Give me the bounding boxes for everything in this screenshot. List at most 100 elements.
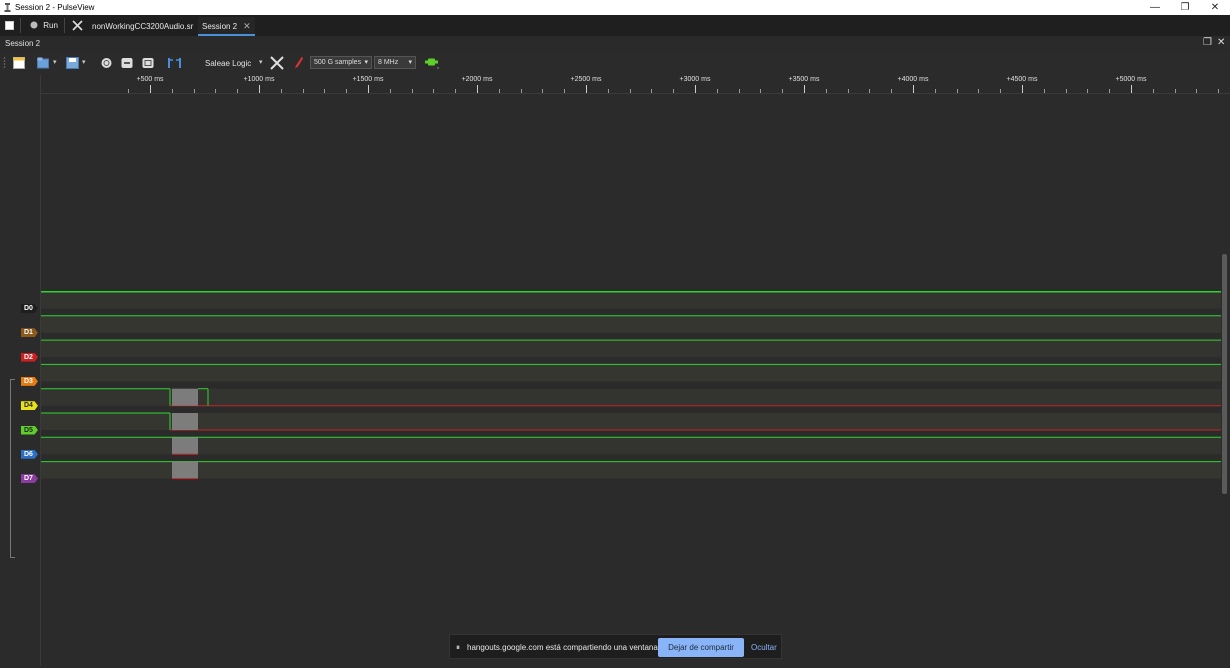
ruler-minor-tick [1196,89,1198,93]
ruler-tick-label: +5000 ms [1115,76,1147,83]
save-file-icon[interactable] [66,56,79,70]
ruler-major-tick [259,85,260,93]
minimize-button[interactable]: — [1140,0,1170,15]
probe-icon[interactable] [294,56,304,70]
pause-icon: ⏸ [456,643,460,652]
ruler-minor-tick [128,89,130,93]
run-button[interactable]: Run [30,15,58,36]
tab-nonworking-file[interactable]: nonWorkingCC3200Audio.sr✕ [88,17,211,36]
logic-traces [41,291,1221,480]
channel-label-d5[interactable]: D5 [21,425,38,435]
ruler-minor-tick [498,89,500,93]
trace-lane [41,413,1221,430]
run-icon [30,21,38,29]
ruler-tick-label: +1500 ms [352,76,384,83]
device-selector[interactable]: Saleae Logic [205,59,251,68]
hide-notification-button[interactable]: Ocultar [751,643,777,652]
ruler-minor-tick [673,89,675,93]
channel-label-d1[interactable]: D1 [21,328,38,338]
save-dropdown-icon[interactable]: ▾ [82,58,86,66]
toolbar-grip [3,57,6,68]
channel-header-column: D0 D1 D2 D3 D4 D5 D6 D7 [0,75,41,666]
ruler-minor-tick [934,89,936,93]
new-session-icon[interactable] [5,21,14,30]
trace-lane [41,437,1221,455]
zoom-out-icon[interactable] [121,56,133,70]
sample-count-value: 500 G samples [314,59,362,66]
ruler-minor-tick [302,89,304,93]
ruler-minor-tick [346,89,348,93]
ruler-minor-tick [389,89,391,93]
share-message: hangouts.google.com está compartiendo un… [467,643,661,652]
channel-label-d6[interactable]: D6 [21,449,38,459]
ruler-minor-tick [324,89,326,93]
ruler-major-tick [477,85,478,93]
channel-label-d2[interactable]: D2 [21,352,38,362]
device-dropdown-icon[interactable]: ▾ [259,58,263,66]
ruler-tick-label: +500 ms [136,76,164,83]
ruler-minor-tick [956,89,958,93]
ruler-minor-tick [1065,89,1067,93]
settings-tools-icon[interactable] [72,20,83,31]
screen-share-notification: ⏸ hangouts.google.com está compartiendo … [449,634,782,659]
open-file-icon[interactable] [37,56,49,70]
configure-device-icon[interactable] [270,56,284,70]
ruler-minor-tick [215,89,217,93]
open-dropdown-icon[interactable]: ▾ [53,58,57,66]
close-window-button[interactable]: ✕ [1200,0,1230,15]
ruler-minor-tick [629,89,631,93]
window-titlebar: Session 2 - PulseView — ❐ ✕ [0,0,1230,15]
ruler-tick-label: +2500 ms [570,76,602,83]
window-title: Session 2 - PulseView [15,3,95,12]
ruler-minor-tick [411,89,413,93]
trace-lane [41,461,1221,479]
ruler-minor-tick [542,89,544,93]
ruler-minor-tick [1087,89,1089,93]
ruler-tick-label: +1000 ms [243,76,275,83]
add-decoder-icon[interactable] [425,56,441,70]
ruler-minor-tick [193,89,195,93]
ruler-major-tick [1022,85,1023,93]
ruler-minor-tick [607,89,609,93]
maximize-button[interactable]: ❐ [1170,0,1200,15]
close-tab-icon[interactable]: ✕ [243,21,251,31]
ruler-minor-tick [237,89,239,93]
ruler-minor-tick [1109,89,1111,93]
new-view-icon[interactable] [13,56,25,70]
stop-sharing-button[interactable]: Dejar de compartir [658,638,744,657]
zoom-in-icon[interactable] [101,56,112,70]
cursor-toggle-icon[interactable] [167,56,182,70]
ruler-major-tick [695,85,696,93]
trace-d6-burst [172,437,198,455]
tab-session-2[interactable]: Session 2 ✕ [198,17,255,36]
ruler-minor-tick [171,89,173,93]
ruler-major-tick [150,85,151,93]
ruler-minor-tick [1043,89,1045,93]
trace-lane [41,388,1221,406]
close-pane-icon[interactable]: ✕ [1217,37,1225,48]
trace-d5-burst [172,413,198,430]
ruler-minor-tick [1174,89,1176,93]
restore-pane-icon[interactable]: ❐ [1203,37,1212,48]
channel-label-d7[interactable]: D7 [21,474,38,484]
ruler-minor-tick [847,89,849,93]
time-ruler[interactable]: +500 ms +1000 ms +1500 ms +2000 ms +2500 ms +… [41,75,1230,94]
zoom-fit-icon[interactable] [142,56,154,70]
trace-lane [41,364,1221,382]
samplerate-select[interactable]: 8 MHz ▾ [374,56,416,69]
ruler-tick-label: +4000 ms [897,76,929,83]
vertical-scrollbar[interactable] [1222,254,1227,494]
trace-viewport[interactable] [41,94,1221,666]
ruler-minor-tick [782,89,784,93]
pulseview-app-icon [4,3,11,12]
samplerate-value: 8 MHz [378,59,399,66]
channel-label-d3[interactable]: D3 [21,376,38,386]
ruler-minor-tick [978,89,980,93]
tab-label: nonWorkingCC3200Audio.sr [92,22,194,31]
channel-label-d0[interactable]: D0 [21,304,38,313]
sample-count-select[interactable]: 500 G samples ▾ [310,56,372,69]
channel-label-d4[interactable]: D4 [21,401,38,411]
session-header: Session 2 ❐ ✕ [0,36,1230,51]
ruler-tick-label: +2000 ms [461,76,493,83]
main-toolbar: ▾ ▾ Saleae Logic ▾ 500 G samples ▾ 8 MHz ▾ [0,51,1230,75]
